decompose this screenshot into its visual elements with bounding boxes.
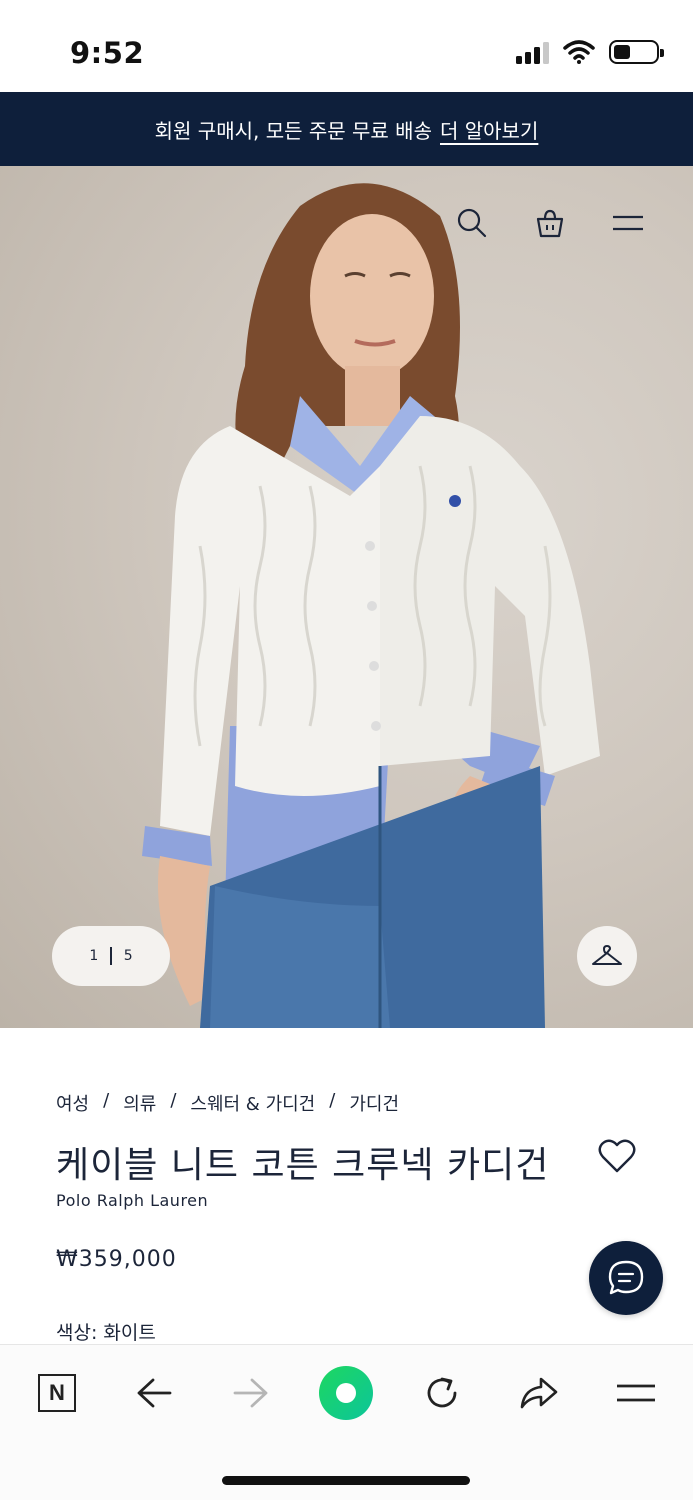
header-icons	[455, 206, 645, 240]
status-time: 9:52	[70, 36, 145, 70]
wifi-icon	[563, 40, 595, 64]
breadcrumb-separator: /	[329, 1090, 336, 1111]
home-indicator[interactable]	[222, 1476, 470, 1485]
heart-icon[interactable]	[597, 1136, 637, 1176]
breadcrumb-item[interactable]: 가디건	[349, 1090, 399, 1116]
green-dot-icon[interactable]	[318, 1365, 374, 1421]
hanger-icon[interactable]	[577, 926, 637, 986]
breadcrumb-separator: /	[103, 1090, 110, 1111]
menu-icon[interactable]	[611, 1368, 661, 1418]
breadcrumb-separator: /	[170, 1090, 177, 1111]
cellular-signal-icon	[516, 40, 549, 64]
model-photo	[142, 183, 600, 1028]
product-title: 케이블 니트 코튼 크루넥 카디건	[56, 1145, 550, 1186]
menu-icon[interactable]	[611, 206, 645, 240]
pager-total: 5	[123, 948, 133, 964]
shopping-bag-icon[interactable]	[533, 206, 567, 240]
share-icon[interactable]	[514, 1368, 564, 1418]
pager-separator	[110, 947, 112, 965]
promo-learn-more-link[interactable]: 더 알아보기	[440, 115, 538, 144]
forward-arrow-icon[interactable]	[226, 1368, 276, 1418]
breadcrumb-item[interactable]: 스웨터 & 가디건	[190, 1090, 315, 1116]
status-bar: 9:52	[0, 0, 693, 92]
color-label: 색상: 화이트	[56, 1322, 156, 1344]
battery-icon	[609, 40, 664, 64]
product-image[interactable]: 1 5	[0, 166, 693, 1028]
product-price: ₩359,000	[56, 1247, 177, 1272]
promo-banner: 회원 구매시, 모든 주문 무료 배송 더 알아보기	[0, 92, 693, 166]
battery-level	[614, 45, 630, 59]
status-icons	[516, 40, 664, 64]
promo-text: 회원 구매시, 모든 주문 무료 배송	[154, 118, 432, 143]
brand-name[interactable]: Polo Ralph Lauren	[56, 1191, 208, 1210]
breadcrumb-item[interactable]: 여성	[56, 1090, 89, 1116]
naver-icon[interactable]: N	[32, 1368, 82, 1418]
image-pager: 1 5	[52, 926, 170, 986]
back-arrow-icon[interactable]	[129, 1368, 179, 1418]
breadcrumb-item[interactable]: 의류	[123, 1090, 156, 1116]
naver-logo: N	[38, 1374, 76, 1412]
pager-current: 1	[89, 948, 99, 964]
reload-icon[interactable]	[417, 1368, 467, 1418]
chat-icon[interactable]	[589, 1241, 663, 1315]
breadcrumb: 여성 / 의류 / 스웨터 & 가디건 / 가디건	[56, 1090, 399, 1116]
search-icon[interactable]	[455, 206, 489, 240]
